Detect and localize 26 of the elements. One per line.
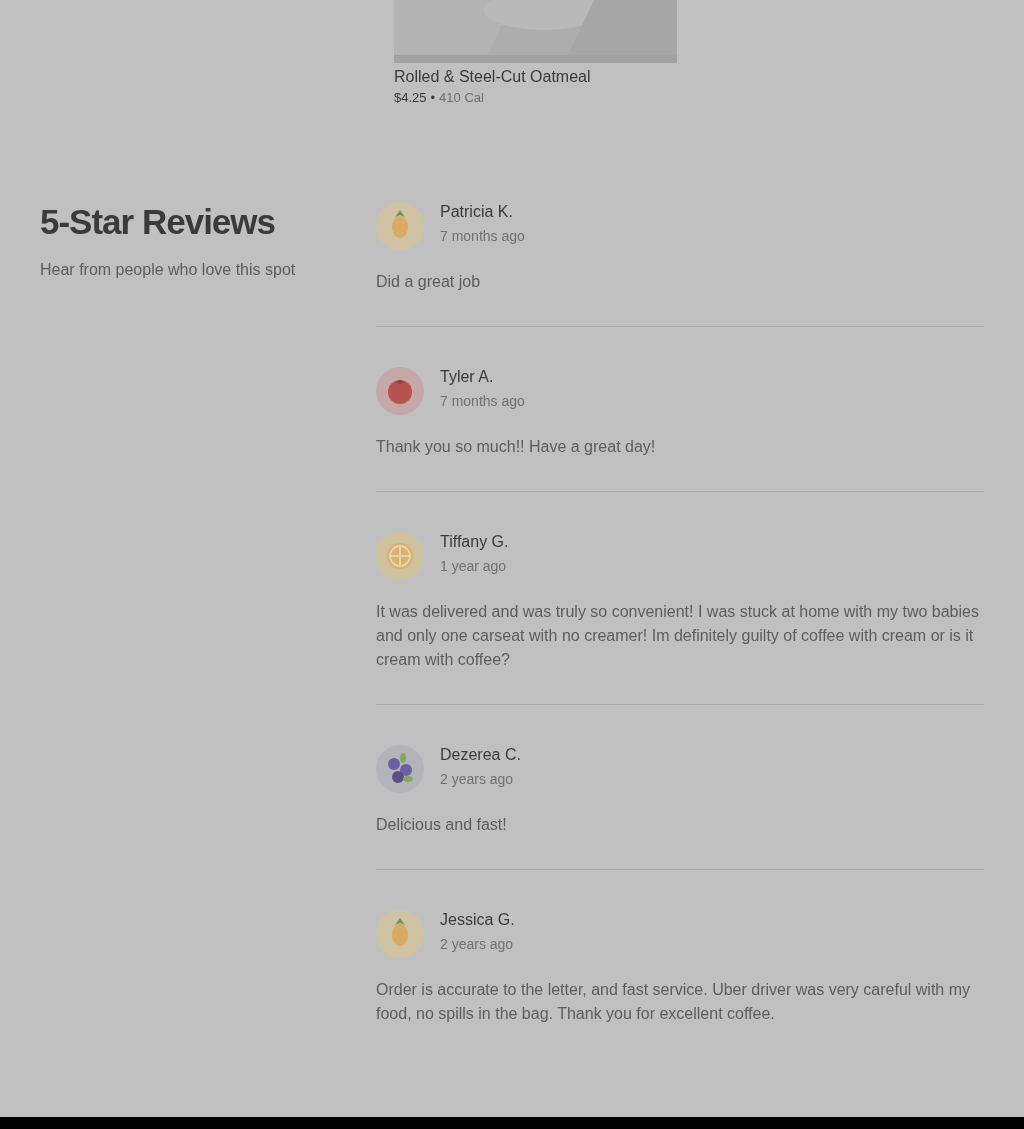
review-text: Did a great job	[376, 272, 482, 292]
review-text: It was delivered and was truly so convenient! I was stuck at home with my two babies and only one carseat with no creamer! Im definitely guilty of coffee with cream or is it cream with coffee?	[376, 602, 980, 670]
reviewer-name: Jessica G.	[440, 910, 515, 930]
reviewer-name: Dezerea C.	[440, 745, 521, 765]
item-name: Rolled & Steel-Cut Oatmeal	[394, 67, 592, 87]
pineapple-avatar-icon	[376, 910, 424, 958]
blueberry-avatar-icon	[376, 745, 424, 793]
pineapple-avatar-icon	[376, 202, 424, 250]
reviewer-name: Patricia K.	[440, 202, 514, 222]
review-time: 7 months ago	[440, 227, 525, 246]
section-title: 5-Star Reviews	[40, 202, 277, 242]
calories-text: 410 Cal	[439, 90, 484, 106]
separator-dot: •	[430, 90, 436, 106]
tomato-avatar-icon	[376, 367, 424, 415]
reviewer-name: Tiffany G.	[440, 532, 509, 552]
review-time: 7 months ago	[440, 392, 525, 411]
section-subtitle: Hear from people who love this spot	[40, 260, 297, 280]
review-time: 1 year ago	[440, 557, 508, 576]
review-text: Order is accurate to the letter, and fast service. Uber driver was very careful with my food, no spills in the bag. Thank you for excellent coffee.	[376, 980, 971, 1024]
review-time: 2 years ago	[440, 935, 515, 954]
review-text: Thank you so much!! Have a great day!	[376, 437, 657, 457]
review-time: 2 years ago	[440, 770, 515, 789]
reviewer-name: Tyler A.	[440, 367, 495, 387]
citrus-avatar-icon	[376, 532, 424, 580]
price-text: $4.25	[394, 90, 427, 106]
review-text: Delicious and fast!	[376, 815, 508, 835]
